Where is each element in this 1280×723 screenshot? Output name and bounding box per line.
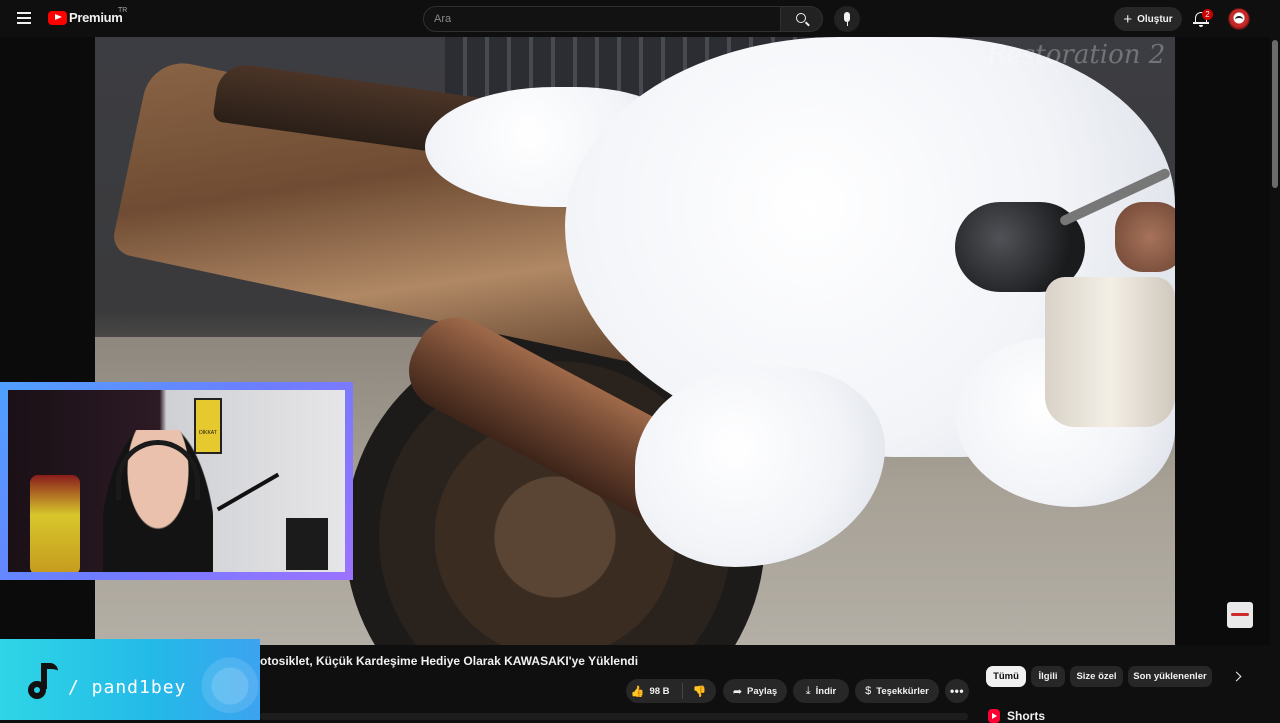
search-button[interactable]	[781, 6, 823, 32]
mic-icon	[844, 12, 850, 22]
description-box-edge	[260, 713, 968, 720]
hand	[1115, 202, 1175, 272]
scrollbar-thumb[interactable]	[1272, 40, 1278, 188]
share-icon: ➦	[732, 685, 743, 698]
chip-all[interactable]: Tümü	[986, 666, 1026, 687]
video-title: otosiklet, Küçük Kardeşime Hediye Olarak…	[260, 654, 639, 668]
webcam-overlay: DİKKAT	[0, 382, 353, 580]
thanks-label: Teşekkürler	[876, 685, 929, 697]
youtube-play-icon	[48, 10, 67, 25]
thumbs-down-icon[interactable]: 👎	[693, 685, 707, 698]
shorts-icon	[988, 709, 1000, 723]
download-button[interactable]: ⤓ İndir	[793, 679, 849, 703]
webcam-feed: DİKKAT	[8, 390, 345, 572]
top-bar: Premium TR + Oluştur 2	[0, 0, 1280, 37]
tiktok-banner: / pand1bey	[0, 639, 260, 720]
chip-for-you[interactable]: Size özel	[1070, 666, 1123, 687]
speaker-box	[286, 518, 328, 570]
foam-bottle	[1045, 277, 1175, 427]
gaming-chair	[30, 475, 80, 572]
voice-search-button[interactable]	[834, 6, 860, 32]
search-icon	[796, 13, 806, 23]
microphone-arm	[216, 472, 280, 512]
youtube-premium-logo[interactable]: Premium TR	[48, 7, 127, 25]
tiktok-handle: / pand1bey	[68, 677, 187, 698]
chip-related[interactable]: İlgili	[1031, 666, 1065, 687]
shorts-shelf-header: Shorts	[988, 709, 1045, 723]
thumbs-up-icon[interactable]: 👍	[631, 685, 645, 698]
create-button[interactable]: + Oluştur	[1114, 7, 1182, 31]
logo-text: Premium	[69, 10, 123, 25]
like-dislike-group: 👍 98 B 👎	[626, 679, 716, 703]
download-icon: ⤓	[805, 684, 811, 697]
thanks-icon: $	[865, 685, 872, 697]
account-avatar[interactable]	[1228, 8, 1250, 30]
download-label: İndir	[815, 685, 837, 697]
create-label: Oluştur	[1137, 13, 1173, 25]
more-actions-button[interactable]: •••	[945, 679, 969, 703]
tiktok-icon	[24, 661, 62, 701]
plus-icon: +	[1123, 10, 1133, 28]
chip-recent[interactable]: Son yüklenenler	[1128, 666, 1212, 687]
share-label: Paylaş	[747, 685, 778, 697]
search-input[interactable]	[424, 7, 780, 31]
notification-badge: 2	[1202, 9, 1213, 20]
thanks-button[interactable]: $ Teşekkürler	[855, 679, 939, 703]
country-code: TR	[118, 7, 128, 14]
share-button[interactable]: ➦ Paylaş	[723, 679, 787, 703]
video-watermark: Restoration 2	[987, 40, 1166, 70]
bear-logo-icon	[200, 653, 260, 713]
shorts-label: Shorts	[1007, 709, 1046, 723]
hamburger-icon[interactable]	[14, 9, 34, 27]
chevron-right-icon[interactable]	[1230, 670, 1244, 684]
player-control-button[interactable]	[1227, 602, 1253, 628]
like-count[interactable]: 98 B	[649, 686, 669, 697]
search-box	[423, 6, 781, 32]
